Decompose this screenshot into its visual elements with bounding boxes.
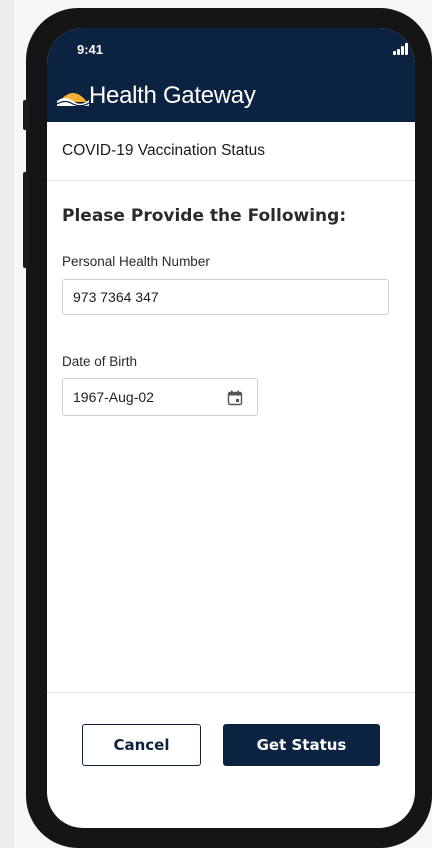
app-header: Health Gateway bbox=[47, 70, 415, 122]
dob-input[interactable]: 1967-Aug-02 bbox=[62, 378, 258, 416]
wifi-icon bbox=[413, 45, 415, 49]
status-bar: 9:41 bbox=[47, 28, 415, 70]
get-status-button[interactable]: Get Status bbox=[223, 724, 380, 766]
form-heading: Please Provide the Following: bbox=[62, 206, 347, 226]
footer-divider bbox=[47, 692, 415, 693]
phone-mute-switch bbox=[23, 100, 29, 130]
phone-screen: 9:41 Health Gateway COVID-19 Vaccination… bbox=[47, 28, 415, 828]
phn-input-value: 973 7364 347 bbox=[73, 289, 159, 305]
phone-volume-down bbox=[23, 222, 29, 268]
page-header: COVID-19 Vaccination Status bbox=[47, 122, 415, 181]
dob-label: Date of Birth bbox=[62, 354, 138, 369]
health-gateway-logo bbox=[57, 93, 89, 106]
dob-input-value: 1967-Aug-02 bbox=[73, 389, 154, 405]
page-title: COVID-19 Vaccination Status bbox=[62, 142, 266, 159]
phn-input[interactable]: 973 7364 347 bbox=[62, 279, 389, 315]
phn-label: Personal Health Number bbox=[62, 254, 210, 269]
app-title: Health Gateway bbox=[89, 82, 256, 109]
cancel-button[interactable]: Cancel bbox=[82, 724, 201, 766]
calendar-icon[interactable] bbox=[227, 390, 243, 406]
signal-icon bbox=[393, 43, 409, 55]
status-time: 9:41 bbox=[77, 42, 104, 57]
